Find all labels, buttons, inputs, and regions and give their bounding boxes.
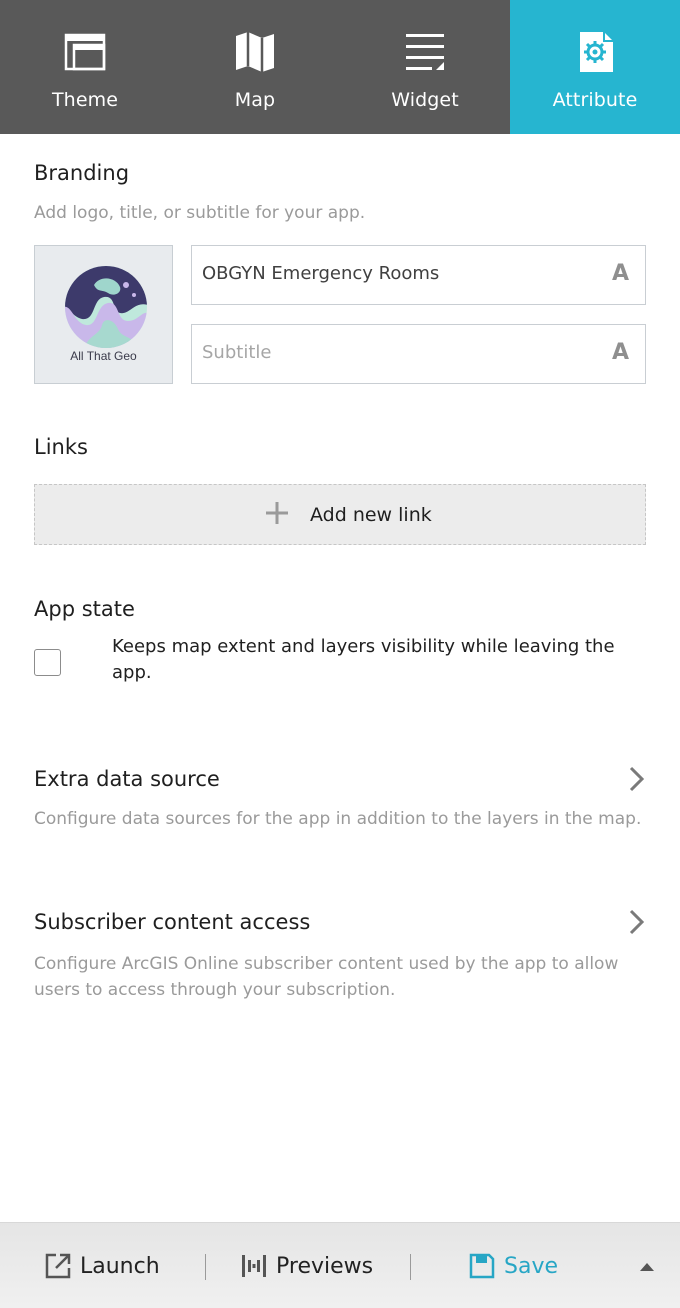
previews-icon: [242, 1255, 266, 1277]
plus-icon: [266, 502, 288, 524]
theme-icon: [64, 33, 106, 71]
save-label: Save: [504, 1253, 559, 1279]
save-icon: [469, 1253, 495, 1279]
subtitle-field[interactable]: Subtitle A: [191, 324, 646, 384]
subtitle-placeholder: Subtitle: [202, 342, 272, 363]
tab-label: Map: [234, 89, 276, 111]
logo-image: [65, 266, 147, 348]
settings-tab-bar: Theme Map Widget Attribute: [0, 0, 680, 134]
tab-theme[interactable]: Theme: [0, 0, 170, 134]
attribute-icon: [580, 32, 613, 72]
chevron-right-icon[interactable]: [628, 908, 646, 936]
app-state-checkbox[interactable]: [34, 649, 61, 676]
subscriber-content-description: Configure ArcGIS Online subscriber conte…: [34, 954, 619, 1000]
extra-data-source-title[interactable]: Extra data source: [34, 767, 220, 791]
subscriber-content-title[interactable]: Subscriber content access: [34, 910, 310, 934]
caret-up-icon[interactable]: [640, 1263, 654, 1271]
save-button[interactable]: Save: [468, 1250, 558, 1282]
launch-label: Launch: [80, 1253, 160, 1279]
footer-divider: [410, 1254, 411, 1280]
branding-title: Branding: [34, 161, 130, 185]
logo-upload[interactable]: All That Geo: [34, 245, 173, 384]
extra-data-source-description: Configure data sources for the app in ad…: [34, 809, 642, 829]
logo-text: All That Geo: [70, 349, 137, 363]
app-state-checkbox-label: Keeps map extent and layers visibility w…: [112, 636, 615, 683]
tab-map[interactable]: Map: [170, 0, 340, 134]
widget-icon: [406, 34, 444, 70]
previews-button[interactable]: Previews: [240, 1250, 373, 1282]
tab-label: Widget: [391, 89, 459, 111]
footer-toolbar: Launch Previews Save: [0, 1222, 680, 1308]
app-state-title: App state: [34, 597, 135, 621]
launch-button[interactable]: Launch: [44, 1250, 160, 1282]
tab-attribute[interactable]: Attribute: [510, 0, 680, 134]
add-new-link-label: Add new link: [310, 504, 432, 526]
chevron-right-icon[interactable]: [628, 765, 646, 793]
launch-icon: [45, 1253, 71, 1279]
title-value: OBGYN Emergency Rooms: [202, 263, 440, 284]
tab-widget[interactable]: Widget: [340, 0, 510, 134]
add-new-link-button[interactable]: Add new link: [34, 484, 646, 545]
font-style-icon[interactable]: A: [612, 261, 629, 286]
tab-label: Theme: [51, 89, 119, 111]
font-style-icon[interactable]: A: [612, 340, 629, 365]
links-title: Links: [34, 435, 88, 459]
map-icon: [236, 32, 274, 72]
title-field[interactable]: OBGYN Emergency Rooms A: [191, 245, 646, 305]
previews-label: Previews: [276, 1253, 374, 1279]
tab-label: Attribute: [552, 89, 638, 111]
footer-divider: [205, 1254, 206, 1280]
branding-description: Add logo, title, or subtitle for your ap…: [34, 203, 366, 223]
